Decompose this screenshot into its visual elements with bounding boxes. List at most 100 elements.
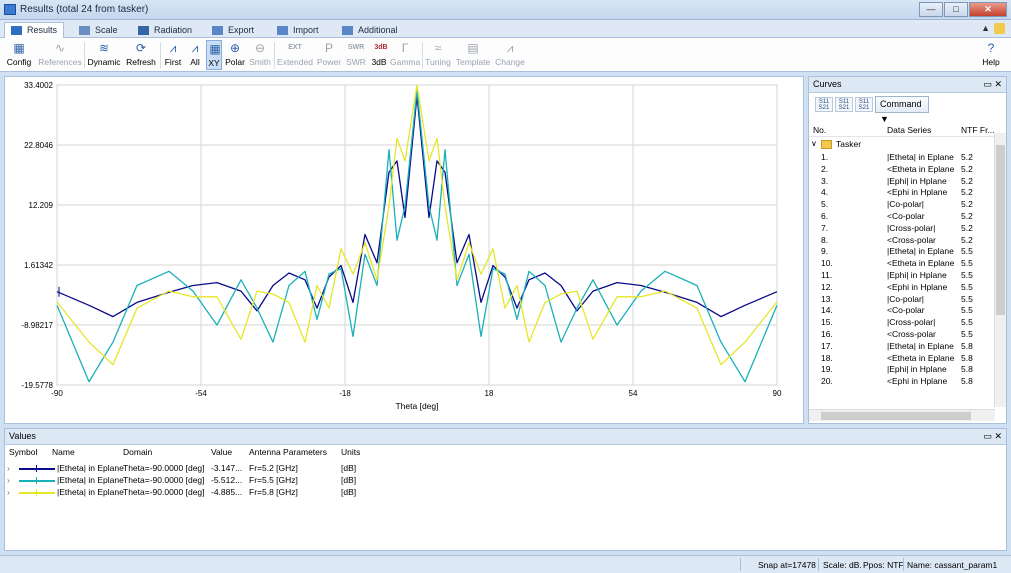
- curve-fr: 5.5: [961, 305, 973, 316]
- power-button[interactable]: P Power: [316, 40, 342, 70]
- export-tab-icon: [212, 26, 223, 35]
- curves-vertical-scrollbar[interactable]: [994, 133, 1006, 407]
- value-value: -4.885...: [211, 487, 243, 497]
- xy-plot[interactable]: -90 -54 -18 18 54 90 -19.5778 -8.98217 1.61342 12…: [4, 76, 804, 424]
- tab-import[interactable]: Import: [270, 22, 326, 38]
- value-name: |Etheta| in Eplane: [57, 475, 124, 485]
- curve-row[interactable]: 3. |Ephi| in Hplane 5.2: [809, 176, 995, 188]
- value-row[interactable]: › |Etheta| in Eplane Theta=-90.0000 [deg] -…: [5, 463, 1006, 475]
- col-domain[interactable]: Domain: [123, 447, 152, 457]
- curve-row[interactable]: 11. |Ephi| in Hplane 5.5: [809, 270, 995, 282]
- scale-tab-icon: [79, 26, 90, 35]
- curves-btn-1[interactable]: S11 S21: [815, 97, 833, 112]
- value-row[interactable]: › |Etheta| in Eplane Theta=-90.0000 [deg] -…: [5, 487, 1006, 499]
- xy-button[interactable]: ▦ XY: [206, 40, 222, 70]
- curve-row[interactable]: 15. |Cross-polar| 5.5: [809, 317, 995, 329]
- col-ntf-fr[interactable]: NTF Fr...: [961, 125, 995, 135]
- col-antenna-params[interactable]: Antenna Parameters: [249, 447, 327, 457]
- curve-no: 12.: [821, 281, 833, 292]
- maximize-button[interactable]: □: [944, 2, 968, 17]
- expand-chevron-icon[interactable]: ›: [7, 475, 10, 485]
- values-panel-buttons[interactable]: ▭ ✕: [983, 429, 1002, 444]
- close-button[interactable]: ✕: [969, 2, 1007, 17]
- extended-button[interactable]: EXT Extended: [276, 40, 314, 70]
- curves-horizontal-scrollbar[interactable]: [809, 409, 995, 421]
- col-symbol[interactable]: Symbol: [9, 447, 37, 457]
- ribbon-collapse-button[interactable]: ▲: [981, 23, 1005, 35]
- first-button[interactable]: ⩘ First: [162, 40, 184, 70]
- curve-fr: 5.5: [961, 293, 973, 304]
- curve-row[interactable]: 18. <Etheta in Eplane 5.8: [809, 353, 995, 365]
- expand-chevron-icon[interactable]: ›: [7, 463, 10, 473]
- value-row[interactable]: › |Etheta| in Eplane Theta=-90.0000 [deg] -…: [5, 475, 1006, 487]
- curve-row[interactable]: 12. <Ephi in Hplane 5.5: [809, 282, 995, 294]
- expand-chevron-icon[interactable]: ∨: [811, 139, 817, 148]
- curve-no: 9.: [821, 246, 829, 257]
- tab-additional[interactable]: Additional: [335, 22, 405, 38]
- curve-row[interactable]: 9. |Etheta| in Eplane 5.5: [809, 246, 995, 258]
- col-name[interactable]: Name: [52, 447, 75, 457]
- col-value[interactable]: Value: [211, 447, 232, 457]
- toolbar-label: Gamma: [390, 57, 421, 67]
- values-header: Symbol Name Domain Value Antenna Paramet…: [5, 447, 1006, 461]
- curves-tree[interactable]: No. Data Series NTF Fr... ∨ Tasker 1. |Et…: [809, 121, 1008, 411]
- curves-btn-2[interactable]: S11 S21: [835, 97, 853, 112]
- curve-fr: 5.2: [961, 175, 973, 186]
- curve-fr: 5.8: [961, 352, 973, 363]
- curve-row[interactable]: 2. <Etheta in Eplane 5.2: [809, 164, 995, 176]
- curve-no: 4.: [821, 187, 829, 198]
- curve-row[interactable]: 4. <Ephi in Hplane 5.2: [809, 187, 995, 199]
- value-units: [dB]: [341, 475, 357, 485]
- col-no[interactable]: No.: [813, 125, 826, 135]
- tab-export[interactable]: Export: [205, 22, 261, 38]
- curve-row[interactable]: 16. <Cross-polar 5.5: [809, 329, 995, 341]
- curves-panel-buttons[interactable]: ▭ ✕: [983, 77, 1002, 92]
- polar-button[interactable]: ⊕ Polar: [224, 40, 246, 70]
- command-dropdown[interactable]: Command ▼: [875, 96, 929, 124]
- help-button[interactable]: ? Help: [978, 40, 1004, 70]
- dynamic-button[interactable]: ≋ Dynamic: [86, 40, 122, 70]
- gamma-button[interactable]: Γ Gamma: [390, 40, 420, 70]
- curve-no: 8.: [821, 234, 829, 245]
- references-button[interactable]: ∿ References: [38, 40, 82, 70]
- curve-no: 6.: [821, 211, 829, 221]
- tree-group-tasker[interactable]: ∨ Tasker: [809, 139, 995, 151]
- curve-row[interactable]: 17. |Etheta| in Eplane 5.8: [809, 341, 995, 353]
- curve-row[interactable]: 20. <Ephi in Hplane 5.8: [809, 376, 995, 388]
- curve-row[interactable]: 8. <Cross-polar 5.2: [809, 235, 995, 247]
- status-ppos: Ppos: NTF: [863, 560, 904, 570]
- tab-results[interactable]: Results: [4, 22, 65, 38]
- col-units[interactable]: Units: [341, 447, 360, 457]
- smith-button[interactable]: ⊖ Smith: [248, 40, 272, 70]
- curve-row[interactable]: 7. |Cross-polar| 5.2: [809, 223, 995, 235]
- change-button[interactable]: ⩘ Change: [494, 40, 526, 70]
- curve-row[interactable]: 14. <Co-polar 5.5: [809, 305, 995, 317]
- col-data-series[interactable]: Data Series: [887, 125, 931, 135]
- tuning-button[interactable]: ≈ Tuning: [424, 40, 452, 70]
- 3db-button[interactable]: 3dB 3dB: [370, 40, 388, 70]
- refresh-button[interactable]: ⟳ Refresh: [124, 40, 158, 70]
- tab-scale[interactable]: Scale: [72, 22, 125, 38]
- curve-series: <Co-polar: [887, 211, 925, 221]
- tab-radiation[interactable]: Radiation: [131, 22, 199, 38]
- curve-row[interactable]: 5. |Co-polar| 5.2: [809, 199, 995, 211]
- curve-row[interactable]: 1. |Etheta| in Eplane 5.2: [809, 152, 995, 164]
- curve-no: 13.: [821, 293, 833, 304]
- curve-series: <Ephi in Hplane: [887, 187, 948, 198]
- help-mini-icon[interactable]: [994, 23, 1005, 35]
- swr-button[interactable]: SWR SWR: [344, 40, 368, 70]
- curves-btn-3[interactable]: S11 S21: [855, 97, 873, 112]
- config-button[interactable]: ▦ Config: [2, 40, 36, 70]
- tab-label: Additional: [358, 25, 398, 35]
- curve-row[interactable]: 13. |Co-polar| 5.5: [809, 294, 995, 306]
- curve-row[interactable]: 19. |Ephi| in Hplane 5.8: [809, 364, 995, 376]
- value-domain: Theta=-90.0000 [deg]: [123, 463, 205, 473]
- template-button[interactable]: ▤ Template: [454, 40, 492, 70]
- curve-row[interactable]: 10. <Etheta in Eplane 5.5: [809, 258, 995, 270]
- curve-series: <Co-polar: [887, 305, 925, 316]
- expand-chevron-icon[interactable]: ›: [7, 487, 10, 497]
- curve-row[interactable]: 6. <Co-polar 5.2: [809, 211, 995, 223]
- all-button[interactable]: ⩘ All: [186, 40, 204, 70]
- minimize-button[interactable]: —: [919, 2, 943, 17]
- ribbon-tabs: Results Scale Radiation Export Import Additio…: [0, 20, 1011, 38]
